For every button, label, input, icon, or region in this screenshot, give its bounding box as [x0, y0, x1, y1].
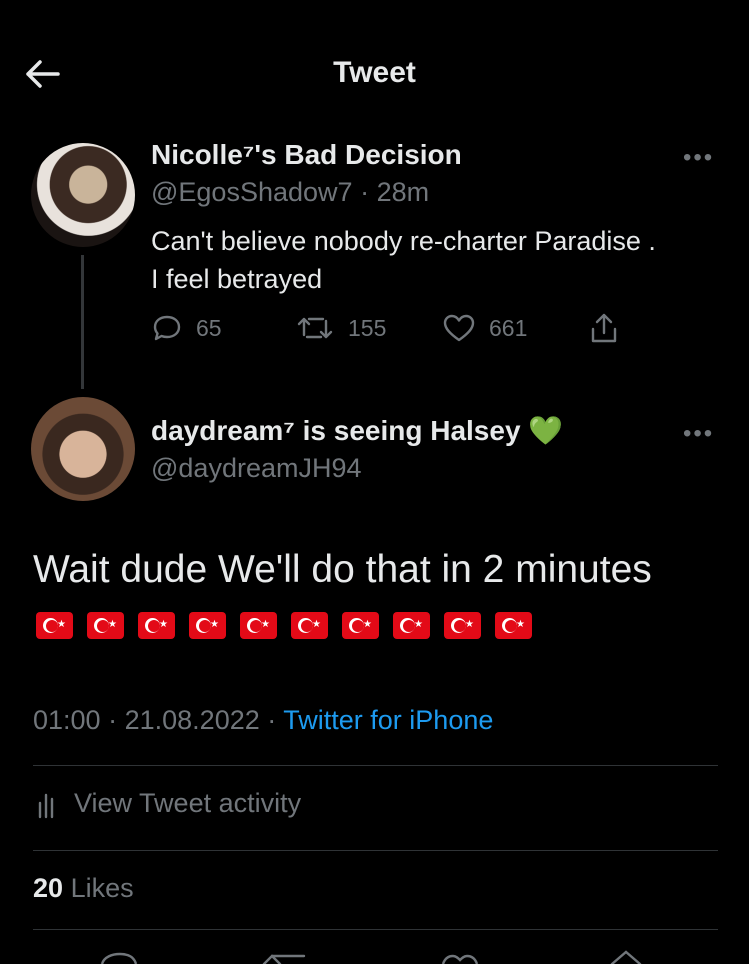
- parent-tweet-line: I feel betrayed: [151, 264, 323, 294]
- flag-emoji-row: ★ ★ ★ ★ ★ ★ ★ ★ ★ ★: [36, 612, 532, 639]
- share-icon: [591, 313, 617, 343]
- analytics-icon: [38, 793, 54, 818]
- parent-time: 28m: [376, 177, 430, 207]
- turkey-flag-icon: ★: [342, 612, 379, 639]
- separator: ·: [360, 177, 370, 207]
- more-options-icon[interactable]: •••: [683, 420, 714, 448]
- author-display-name[interactable]: daydream⁷ is seeing Halsey 💚: [151, 414, 563, 447]
- heart-icon: [441, 954, 479, 964]
- activity-label: View Tweet activity: [74, 788, 302, 818]
- like-count: 661: [489, 314, 528, 341]
- share-icon: [610, 950, 642, 964]
- likes-stat[interactable]: 20 Likes: [33, 873, 134, 904]
- separator: ·: [267, 705, 277, 735]
- turkey-flag-icon: ★: [240, 612, 277, 639]
- heart-icon: [443, 314, 475, 342]
- divider: [33, 850, 718, 851]
- retweet-button[interactable]: 155: [296, 313, 386, 343]
- avatar[interactable]: [31, 143, 135, 247]
- page-title: Tweet: [333, 56, 416, 89]
- turkey-flag-icon: ★: [36, 612, 73, 639]
- parent-tweet-line: Can't believe nobody re-charter Paradise…: [151, 226, 656, 256]
- likes-label: Likes: [70, 873, 134, 903]
- parent-display-name[interactable]: Nicolle⁷'s Bad Decision: [151, 139, 462, 171]
- parent-tweet-text: Can't believe nobody re-charter Paradise…: [151, 222, 656, 298]
- separator: ·: [108, 705, 118, 735]
- turkey-flag-icon: ★: [291, 612, 328, 639]
- turkey-flag-icon: ★: [87, 612, 124, 639]
- turkey-flag-icon: ★: [495, 612, 532, 639]
- turkey-flag-icon: ★: [393, 612, 430, 639]
- reply-count: 65: [196, 314, 222, 341]
- retweet-count: 155: [348, 314, 387, 341]
- divider: [33, 765, 718, 766]
- reply-button[interactable]: 65: [152, 313, 222, 343]
- tweet-time: 01:00: [33, 705, 101, 735]
- turkey-flag-icon: ★: [138, 612, 175, 639]
- likes-count: 20: [33, 873, 64, 903]
- retweet-icon: [262, 954, 306, 964]
- tweet-date: 21.08.2022: [124, 705, 260, 735]
- avatar[interactable]: [31, 397, 135, 501]
- thread-line: [81, 255, 84, 389]
- more-options-icon[interactable]: •••: [683, 144, 714, 172]
- divider: [33, 929, 718, 930]
- view-tweet-activity-button[interactable]: View Tweet activity: [36, 788, 301, 819]
- like-button[interactable]: 661: [443, 313, 527, 343]
- bottom-action-bar: [100, 950, 642, 964]
- tweet-meta: 01:00 · 21.08.2022 · Twitter for iPhone: [33, 705, 493, 736]
- parent-handle-row: @EgosShadow7 · 28m: [151, 177, 429, 208]
- tweet-source-link[interactable]: Twitter for iPhone: [283, 705, 493, 735]
- share-button[interactable]: [589, 311, 619, 345]
- turkey-flag-icon: ★: [444, 612, 481, 639]
- author-handle[interactable]: @daydreamJH94: [151, 453, 362, 484]
- reply-icon: [100, 952, 138, 964]
- reply-icon: [153, 315, 181, 341]
- tweet-text: Wait dude We'll do that in 2 minutes: [33, 548, 652, 591]
- turkey-flag-icon: ★: [189, 612, 226, 639]
- parent-handle[interactable]: @EgosShadow7: [151, 177, 353, 207]
- retweet-icon: [297, 317, 333, 339]
